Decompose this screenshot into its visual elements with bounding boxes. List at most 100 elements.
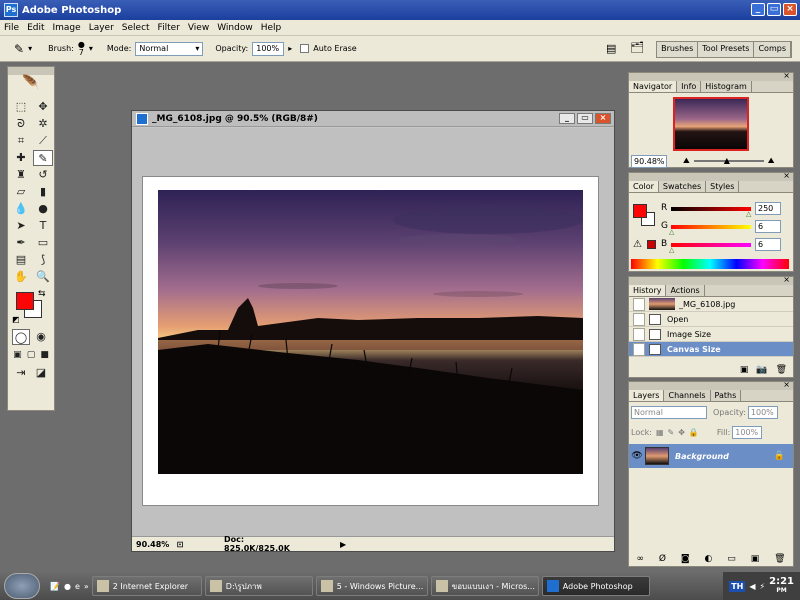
quicklaunch-chevron-icon[interactable]: » — [84, 582, 89, 591]
new-layer-icon[interactable]: ▣ — [751, 554, 760, 564]
g-slider-thumb-icon[interactable]: △ — [669, 228, 674, 236]
gradient-tool-icon[interactable]: ▮ — [33, 184, 53, 200]
feather-logo-icon[interactable]: 🪶 — [8, 75, 54, 99]
volume-icon[interactable]: ◀ — [749, 582, 755, 591]
doc-close-button[interactable]: × — [595, 113, 611, 124]
lasso-tool-icon[interactable]: ᘐ — [11, 116, 31, 132]
foreground-color-swatch[interactable] — [16, 292, 34, 310]
doc-minimize-button[interactable]: _ — [559, 113, 575, 124]
clone-stamp-tool-icon[interactable]: ♜ — [11, 167, 31, 183]
tab-swatches[interactable]: Swatches — [659, 181, 707, 192]
default-colors-icon[interactable]: ◩ — [12, 315, 20, 324]
menu-file[interactable]: File — [0, 23, 23, 33]
history-snapshot-checkbox[interactable] — [633, 297, 645, 311]
history-item[interactable]: Image Size — [629, 327, 793, 342]
history-item-checkbox[interactable] — [633, 342, 645, 356]
adjustment-layer-icon[interactable]: ◐ — [705, 554, 713, 564]
new-group-icon[interactable]: ▭ — [727, 554, 736, 564]
menu-filter[interactable]: Filter — [154, 23, 184, 33]
taskbar-item-folder[interactable]: D:\รูปภาพ — [204, 576, 313, 596]
start-button[interactable] — [4, 573, 40, 599]
doc-zoom-level[interactable]: 90.48% — [132, 540, 172, 549]
tab-styles[interactable]: Styles — [706, 181, 740, 192]
history-trash-icon[interactable]: 🗑 — [776, 365, 787, 375]
tab-color[interactable]: Color — [629, 181, 659, 192]
notes-tool-icon[interactable]: ▤ — [11, 252, 31, 268]
menu-view[interactable]: View — [184, 23, 213, 33]
lock-position-icon[interactable]: ✥ — [678, 428, 685, 437]
swap-colors-icon[interactable]: ⇆ — [38, 289, 46, 299]
palette-menu-icon[interactable]: ▤ — [606, 42, 616, 55]
tab-paths[interactable]: Paths — [711, 390, 742, 401]
screen-mode-menubar-icon[interactable]: ▢ — [25, 347, 38, 363]
link-layers-icon[interactable]: ∞ — [636, 554, 644, 564]
new-snapshot-icon[interactable]: 📷 — [756, 365, 767, 375]
opacity-arrow-icon[interactable]: ▸ — [288, 44, 292, 53]
quick-mask-mode-icon[interactable]: ◉ — [32, 329, 50, 345]
zoom-tool-icon[interactable]: 🔍 — [33, 269, 53, 285]
tool-preset-chevron-icon[interactable]: ▾ — [28, 44, 32, 53]
zoom-slider-thumb-icon[interactable]: ▲ — [724, 156, 730, 165]
shape-tool-icon[interactable]: ▭ — [33, 235, 53, 251]
new-document-icon[interactable]: ▣ — [740, 365, 749, 375]
well-tab-brushes[interactable]: Brushes — [657, 42, 699, 57]
quicklaunch-firefox-icon[interactable]: ● — [64, 582, 71, 591]
layers-close-icon[interactable]: × — [783, 380, 790, 389]
navigator-thumbnail[interactable] — [673, 97, 749, 151]
auto-erase-checkbox[interactable] — [300, 44, 310, 53]
file-browser-icon[interactable]: 🗂 — [630, 41, 644, 54]
b-slider-thumb-icon[interactable]: △ — [669, 246, 674, 254]
taskbar-item-word[interactable]: ขอบแบบเงา - Micros... — [430, 576, 539, 596]
tab-histogram[interactable]: Histogram — [701, 81, 752, 92]
history-close-icon[interactable]: × — [783, 275, 790, 284]
move-tool-icon[interactable]: ✥ — [33, 99, 53, 115]
quicklaunch-notepad-icon[interactable]: 📝 — [50, 582, 60, 591]
status-arrow-icon[interactable]: ▶ — [340, 540, 346, 549]
layer-style-icon[interactable]: Ø — [659, 554, 666, 564]
standard-mode-icon[interactable]: ◯ — [12, 329, 30, 345]
quicklaunch-ie-icon[interactable]: e — [75, 582, 80, 591]
eraser-tool-icon[interactable]: ▱ — [11, 184, 31, 200]
clock[interactable]: 2:21 PM — [769, 577, 794, 595]
menu-image[interactable]: Image — [49, 23, 85, 33]
sunset-lake-photo[interactable] — [158, 190, 583, 474]
gamut-color-swatch[interactable] — [647, 240, 656, 249]
pencil-tool-selected-icon[interactable]: ✎ — [33, 150, 53, 166]
minimize-button[interactable]: _ — [751, 3, 765, 16]
layer-mask-icon[interactable]: ◙ — [681, 554, 690, 564]
r-slider-thumb-icon[interactable]: △ — [746, 210, 751, 218]
zoom-in-icon[interactable]: ⛰ — [768, 156, 775, 166]
network-icon[interactable]: ⚡ — [760, 582, 766, 591]
crop-tool-icon[interactable]: ⌗ — [11, 133, 31, 149]
b-value-field[interactable]: 6 — [755, 238, 781, 251]
brush-picker[interactable]: ● 7 — [78, 40, 85, 57]
marquee-tool-icon[interactable]: ⬚ — [11, 99, 31, 115]
color-fg-swatch[interactable] — [633, 204, 647, 218]
lock-all-icon[interactable]: 🔒 — [689, 428, 699, 437]
history-item-selected[interactable]: Canvas Size — [629, 342, 793, 357]
menu-window[interactable]: Window — [213, 23, 257, 33]
document-title-bar[interactable]: _MG_6108.jpg @ 90.5% (RGB/8#) _ ▭ × — [132, 111, 614, 127]
taskbar-item-picture-viewer[interactable]: 5 - Windows Picture... — [315, 576, 428, 596]
jump-to-imageready-icon[interactable]: ⇥ — [12, 365, 30, 381]
screen-mode-standard-icon[interactable]: ▣ — [11, 347, 24, 363]
opacity-field[interactable]: 100% — [252, 41, 285, 56]
brush-chevron-icon[interactable]: ▾ — [89, 44, 93, 53]
healing-brush-tool-icon[interactable]: ✚ — [11, 150, 31, 166]
doc-maximize-button[interactable]: ▭ — [577, 113, 593, 124]
navigator-close-icon[interactable]: × — [783, 71, 790, 80]
navigator-zoom-field[interactable]: 90.48% — [631, 154, 667, 168]
menu-edit[interactable]: Edit — [23, 23, 48, 33]
screen-mode-full-icon[interactable]: ■ — [38, 347, 51, 363]
navigator-zoom-slider[interactable]: ▲ — [693, 156, 764, 165]
restore-button[interactable]: ▭ — [767, 3, 781, 16]
slice-tool-icon[interactable]: ⟋ — [33, 133, 53, 149]
pencil-tool-icon[interactable]: ✎ — [14, 42, 24, 56]
imageready-icon[interactable]: ◪ — [32, 365, 50, 381]
history-item-checkbox[interactable] — [633, 312, 645, 326]
well-tab-comps[interactable]: Comps — [754, 42, 791, 57]
b-slider[interactable] — [671, 243, 751, 247]
g-value-field[interactable]: 6 — [755, 220, 781, 233]
blur-tool-icon[interactable]: 💧 — [11, 201, 31, 217]
tab-info[interactable]: Info — [677, 81, 702, 92]
